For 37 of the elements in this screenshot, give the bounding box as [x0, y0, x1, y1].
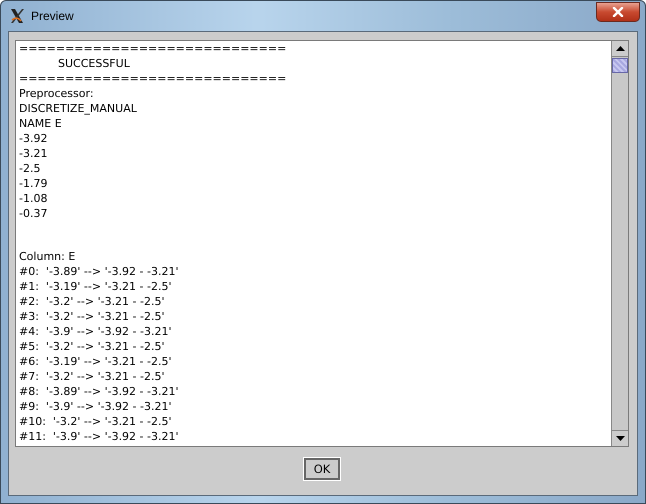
- output-line: -3.21: [19, 146, 48, 161]
- output-line: -0.37: [19, 206, 48, 221]
- output-line: #4: '-3.9' --> '-3.92 - -3.21': [19, 324, 172, 339]
- output-line: NAME E: [19, 116, 62, 131]
- output-line: -1.08: [19, 191, 48, 206]
- output-line: Preprocessor:: [19, 86, 94, 101]
- output-line: #10: '-3.2' --> '-3.21 - -2.5': [19, 414, 172, 429]
- output-line: =============================: [19, 41, 286, 56]
- output-line: DISCRETIZE_MANUAL: [19, 101, 137, 116]
- output-line: Column: E: [19, 249, 76, 264]
- scroll-up-button[interactable]: [612, 41, 628, 57]
- scroll-thumb[interactable]: [612, 58, 628, 73]
- vertical-scrollbar[interactable]: [611, 41, 628, 446]
- ok-button[interactable]: OK: [304, 458, 340, 480]
- output-line: -1.79: [19, 176, 48, 191]
- text-area[interactable]: [15, 40, 629, 447]
- window-title: Preview: [31, 9, 74, 23]
- output-line: #1: '-3.19' --> '-3.21 - -2.5': [19, 279, 172, 294]
- output-line: #8: '-3.89' --> '-3.92 - -3.21': [19, 384, 179, 399]
- output-line: -2.5: [19, 161, 40, 176]
- output-line: #11: '-3.9' --> '-3.92 - -3.21': [19, 429, 179, 444]
- close-icon: [612, 7, 624, 17]
- scroll-down-button[interactable]: [612, 430, 628, 446]
- output-line: #9: '-3.9' --> '-3.92 - -3.21': [19, 399, 172, 414]
- output-line: #7: '-3.2' --> '-3.21 - -2.5': [19, 369, 165, 384]
- output-line: SUCCESSFUL: [58, 56, 130, 71]
- x-logo-icon: [9, 8, 25, 24]
- down-arrow-icon: [616, 436, 624, 441]
- output-line: #6: '-3.19' --> '-3.21 - -2.5': [19, 354, 172, 369]
- output-line: #2: '-3.2' --> '-3.21 - -2.5': [19, 294, 165, 309]
- output-line: #3: '-3.2' --> '-3.21 - -2.5': [19, 309, 165, 324]
- output-line: -3.92: [19, 131, 48, 146]
- output-line: =============================: [19, 71, 286, 86]
- output-line: #5: '-3.2' --> '-3.21 - -2.5': [19, 339, 165, 354]
- output-line: #0: '-3.89' --> '-3.92 - -3.21': [19, 264, 179, 279]
- up-arrow-icon: [616, 46, 624, 51]
- close-button[interactable]: [596, 2, 640, 22]
